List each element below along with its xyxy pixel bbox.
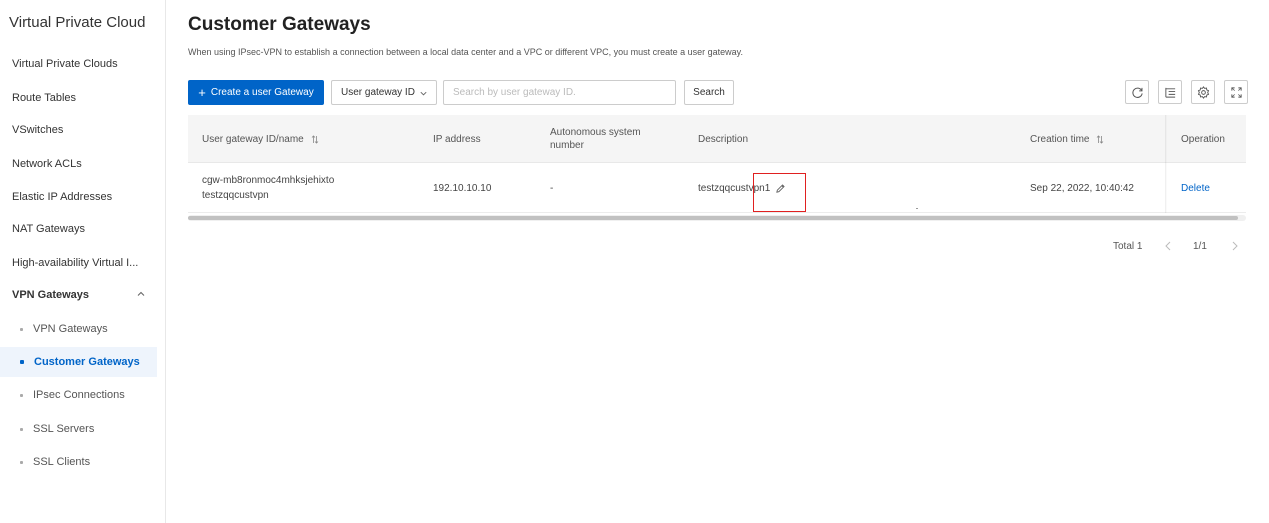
chevron-right-icon[interactable] [1230, 239, 1240, 253]
search-button[interactable]: Search [684, 80, 734, 105]
sidebar-item-vpcs[interactable]: Virtual Private Clouds [0, 49, 157, 79]
sidebar-subitem-vpn-gateways[interactable]: VPN Gateways [0, 314, 157, 344]
table-row: cgw-mb8ronmoc4mhksjehixto testzqqcustvpn… [188, 163, 1246, 213]
divider [916, 208, 918, 209]
refresh-button[interactable] [1125, 80, 1149, 104]
columns-button[interactable] [1158, 80, 1182, 104]
sidebar-item-vswitches[interactable]: VSwitches [0, 115, 157, 145]
bullet-icon [20, 393, 23, 397]
gateway-name: testzqqcustvpn [202, 190, 269, 201]
plus-icon: + [198, 85, 206, 100]
fixed-column-shadow [1165, 115, 1167, 213]
create-gateway-button[interactable]: + Create a user Gateway [188, 80, 324, 105]
bullet-icon [20, 327, 23, 331]
pagination-total: Total 1 [1113, 241, 1143, 252]
scrollbar-thumb[interactable] [188, 216, 1238, 220]
delete-link[interactable]: Delete [1181, 183, 1210, 194]
filter-select[interactable]: User gateway ID [331, 80, 437, 105]
column-header-operation: Operation [1181, 133, 1225, 145]
column-header-asn: Autonomous system number [550, 127, 641, 151]
sidebar-item-havip[interactable]: High-availability Virtual I... [0, 248, 157, 278]
sidebar-subitem-ipsec-connections[interactable]: IPsec Connections [0, 380, 157, 410]
cell-ip: 192.10.10.10 [433, 182, 492, 194]
column-header-ip: IP address [433, 133, 481, 145]
settings-button[interactable] [1191, 80, 1215, 104]
cell-id-name: cgw-mb8ronmoc4mhksjehixto testzqqcustvpn [202, 163, 334, 213]
column-header-description: Description [698, 133, 749, 145]
bullet-icon [20, 427, 23, 431]
sidebar-group-vpn-gateways[interactable]: VPN Gateways [0, 280, 157, 310]
chevron-left-icon[interactable] [1163, 239, 1173, 253]
sidebar-subitem-ssl-clients[interactable]: SSL Clients [0, 447, 157, 477]
sidebar-item-route-tables[interactable]: Route Tables [0, 83, 157, 113]
sidebar-title: Virtual Private Cloud [9, 14, 146, 31]
sidebar-item-network-acls[interactable]: Network ACLs [0, 149, 157, 179]
horizontal-scrollbar[interactable] [188, 215, 1246, 221]
page-title: Customer Gateways [188, 14, 371, 35]
cell-creation-time: Sep 22, 2022, 10:40:42 [1030, 182, 1134, 194]
column-header-id-name[interactable]: User gateway ID/name [202, 115, 319, 163]
chevron-up-icon [137, 291, 145, 296]
edit-pencil-icon[interactable] [775, 183, 786, 194]
fullscreen-button[interactable] [1224, 80, 1248, 104]
page-description: When using IPsec-VPN to establish a conn… [188, 47, 743, 57]
refresh-icon [1131, 87, 1143, 98]
cell-description: testzqqcustvpn1 [698, 163, 786, 213]
bullet-icon [20, 360, 24, 364]
sidebar-subitem-ssl-servers[interactable]: SSL Servers [0, 414, 157, 444]
sort-icon [1097, 134, 1104, 144]
sidebar-subitem-customer-gateways[interactable]: Customer Gateways [0, 347, 157, 377]
list-settings-icon [1164, 87, 1175, 98]
sidebar: Virtual Private Cloud Virtual Private Cl… [0, 0, 166, 523]
pagination-page: 1/1 [1193, 241, 1207, 252]
column-header-creation-time[interactable]: Creation time [1030, 115, 1104, 163]
search-input[interactable] [443, 80, 676, 105]
gateway-id: cgw-mb8ronmoc4mhksjehixto [202, 175, 335, 186]
sort-icon [311, 134, 319, 144]
chevron-down-icon [420, 91, 427, 96]
sidebar-item-eips[interactable]: Elastic IP Addresses [0, 182, 157, 212]
gear-icon [1197, 85, 1209, 99]
expand-icon [1230, 86, 1242, 98]
cell-asn: - [550, 182, 554, 194]
cell-operation: Delete [1181, 163, 1210, 213]
sidebar-item-nat-gateways[interactable]: NAT Gateways [0, 214, 157, 244]
bullet-icon [20, 460, 23, 464]
table-header: User gateway ID/name IP address Autonomo… [188, 115, 1246, 163]
